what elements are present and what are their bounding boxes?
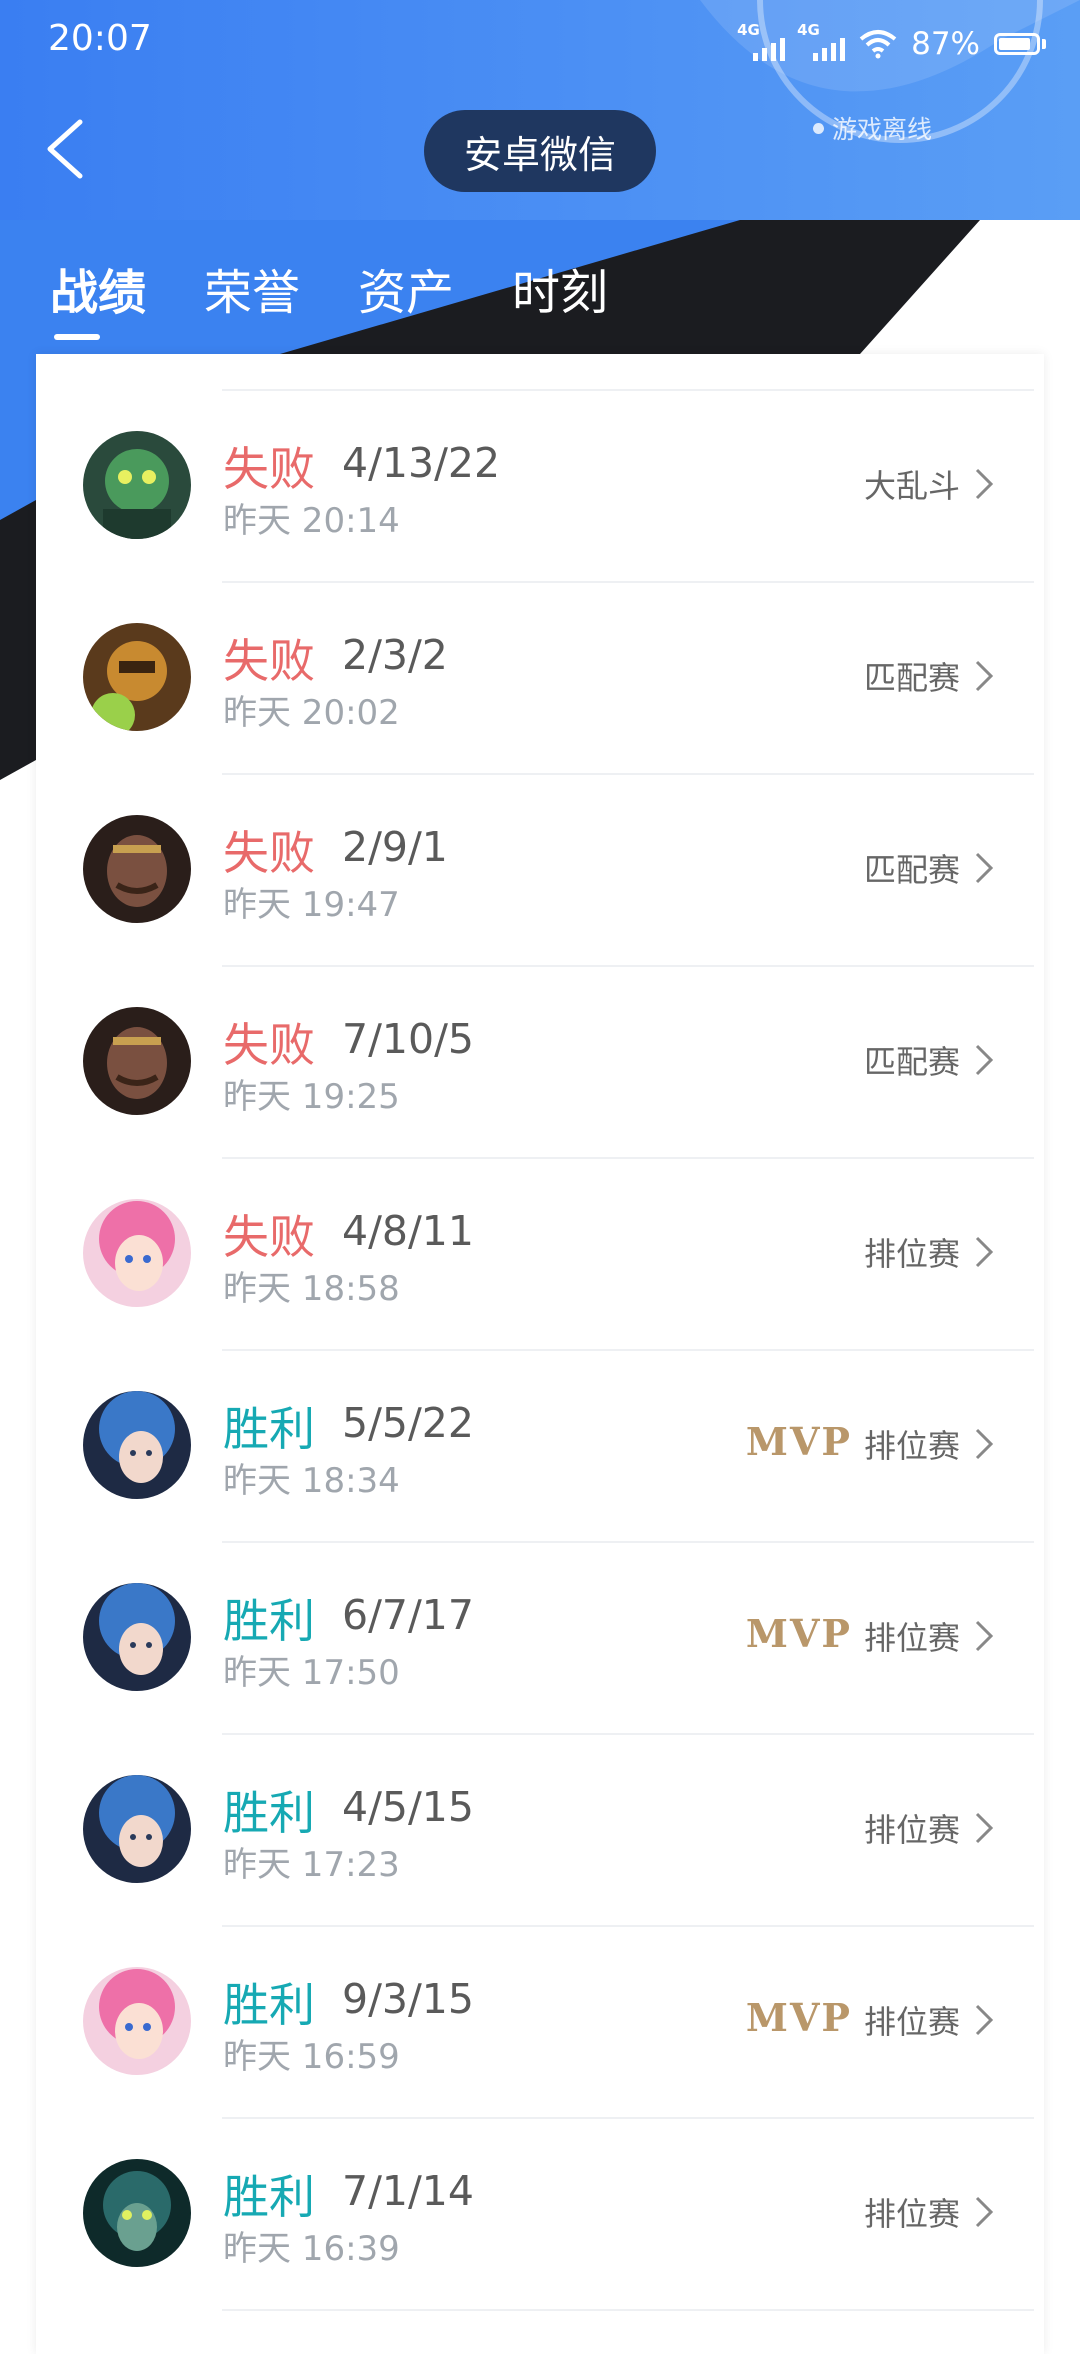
signal-label: 4G xyxy=(797,21,820,39)
tab-honor[interactable]: 荣誉 xyxy=(204,258,300,338)
match-result: 胜利 xyxy=(223,1978,315,2032)
match-result: 失败 xyxy=(223,1018,315,1072)
back-arrow-icon[interactable] xyxy=(40,114,96,184)
match-result: 胜利 xyxy=(223,1786,315,1840)
pink-hair-hero-avatar xyxy=(83,1967,191,2075)
chevron-right-icon xyxy=(975,2004,994,2036)
match-row[interactable]: 失败 2/3/2 昨天 20:02 匹配赛 xyxy=(36,583,1044,775)
chevron-right-icon xyxy=(975,1236,994,1268)
match-time: 昨天 20:14 xyxy=(223,501,400,541)
match-mode: 排位赛 xyxy=(863,1619,960,1657)
tab-assets[interactable]: 资产 xyxy=(358,258,454,338)
signal-icon: 4G xyxy=(737,21,786,61)
tab-bar: 战绩 荣誉 资产 时刻 xyxy=(50,258,666,340)
chevron-right-icon xyxy=(975,2196,994,2228)
match-mode: 匹配赛 xyxy=(863,851,960,889)
blue-hair-hero-avatar xyxy=(83,1391,191,1499)
match-kda: 2/9/1 xyxy=(342,823,448,871)
match-kda: 5/5/22 xyxy=(342,1399,474,1447)
match-kda: 4/8/11 xyxy=(342,1207,474,1255)
match-row[interactable]: 胜利 9/3/15 昨天 16:59 MVP 排位赛 xyxy=(36,1927,1044,2119)
golden-armor-hero-avatar xyxy=(83,623,191,731)
blue-hair-hero-avatar xyxy=(83,1583,191,1691)
match-mode: 匹配赛 xyxy=(863,659,960,697)
match-kda: 9/3/15 xyxy=(342,1975,474,2023)
match-result: 失败 xyxy=(223,1210,315,1264)
match-mode: 排位赛 xyxy=(863,1235,960,1273)
match-time: 昨天 18:34 xyxy=(223,1461,400,1501)
status-bar: 20:07 4G 4G 87% xyxy=(0,0,1080,90)
match-kda: 7/1/14 xyxy=(342,2167,474,2215)
tab-record[interactable]: 战绩 xyxy=(50,258,146,340)
match-mode: 排位赛 xyxy=(863,1427,960,1465)
chevron-right-icon xyxy=(975,468,994,500)
match-row[interactable]: 失败 4/13/22 昨天 20:14 大乱斗 xyxy=(36,391,1044,583)
match-row[interactable]: 胜利 6/7/17 昨天 17:50 MVP 排位赛 xyxy=(36,1543,1044,1735)
game-status: 游戏离线 xyxy=(812,110,932,146)
match-time: 昨天 19:47 xyxy=(223,885,400,925)
match-time: 昨天 17:23 xyxy=(223,1845,400,1885)
match-row[interactable]: 失败 4/8/11 昨天 18:58 排位赛 xyxy=(36,1159,1044,1351)
match-result: 胜利 xyxy=(223,2170,315,2224)
match-kda: 6/7/17 xyxy=(342,1591,474,1639)
match-result: 胜利 xyxy=(223,1594,315,1648)
match-time: 昨天 17:50 xyxy=(223,1653,400,1693)
chevron-right-icon xyxy=(975,1428,994,1460)
mvp-badge: MVP xyxy=(745,1611,852,1656)
match-result: 胜利 xyxy=(223,1402,315,1456)
match-kda: 2/3/2 xyxy=(342,631,448,679)
tab-moments[interactable]: 时刻 xyxy=(512,258,608,338)
match-kda: 4/13/22 xyxy=(342,439,501,487)
match-result: 失败 xyxy=(223,826,315,880)
match-time: 昨天 19:25 xyxy=(223,1077,400,1117)
game-status-label: 游戏离线 xyxy=(831,115,932,144)
page-title[interactable]: 安卓微信 xyxy=(424,110,656,192)
match-mode: 大乱斗 xyxy=(863,467,960,505)
match-row[interactable]: 胜利 5/5/22 昨天 18:34 MVP 排位赛 xyxy=(36,1351,1044,1543)
chevron-right-icon xyxy=(975,1044,994,1076)
mvp-badge: MVP xyxy=(745,1419,852,1464)
match-row[interactable]: 失败 7/10/5 昨天 19:25 匹配赛 xyxy=(36,967,1044,1159)
pink-hair-hero-avatar xyxy=(83,1199,191,1307)
match-row[interactable]: 胜利 4/5/15 昨天 17:23 排位赛 xyxy=(36,1735,1044,1927)
blue-hair-hero-avatar xyxy=(83,1775,191,1883)
status-dot-icon xyxy=(812,122,824,134)
match-list: 失败 4/13/22 昨天 20:14 大乱斗 失败 2/3/2 昨天 20:0… xyxy=(36,354,1044,2354)
green-hero-avatar xyxy=(83,431,191,539)
mustache-hero-avatar xyxy=(83,815,191,923)
mustache-hero-avatar xyxy=(83,1007,191,1115)
chevron-right-icon xyxy=(975,660,994,692)
wifi-icon xyxy=(859,30,897,59)
chevron-right-icon xyxy=(975,1812,994,1844)
mvp-badge: MVP xyxy=(745,1995,852,2040)
battery-percent: 87% xyxy=(911,26,980,62)
match-mode: 匹配赛 xyxy=(863,1043,960,1081)
match-row[interactable]: 胜利 7/1/14 昨天 16:39 排位赛 xyxy=(36,2119,1044,2311)
signal-icon: 4G xyxy=(797,21,846,61)
masked-hero-avatar xyxy=(83,2159,191,2267)
match-time: 昨天 20:02 xyxy=(223,693,400,733)
match-time: 昨天 18:58 xyxy=(223,1269,400,1309)
match-kda: 7/10/5 xyxy=(342,1015,474,1063)
status-icons: 4G 4G 87% xyxy=(737,21,1046,64)
match-time: 昨天 16:39 xyxy=(223,2229,400,2269)
match-mode: 排位赛 xyxy=(863,2195,960,2233)
match-row[interactable]: 失败 2/9/1 昨天 19:47 匹配赛 xyxy=(36,775,1044,967)
match-mode: 排位赛 xyxy=(863,2003,960,2041)
chevron-right-icon xyxy=(975,1620,994,1652)
signal-label: 4G xyxy=(737,21,760,39)
match-result: 失败 xyxy=(223,442,315,496)
status-time: 20:07 xyxy=(48,18,152,59)
battery-icon xyxy=(994,33,1046,55)
match-mode: 排位赛 xyxy=(863,1811,960,1849)
match-result: 失败 xyxy=(223,634,315,688)
match-time: 昨天 16:59 xyxy=(223,2037,400,2077)
divider xyxy=(222,2309,1034,2311)
match-kda: 4/5/15 xyxy=(342,1783,474,1831)
chevron-right-icon xyxy=(975,852,994,884)
